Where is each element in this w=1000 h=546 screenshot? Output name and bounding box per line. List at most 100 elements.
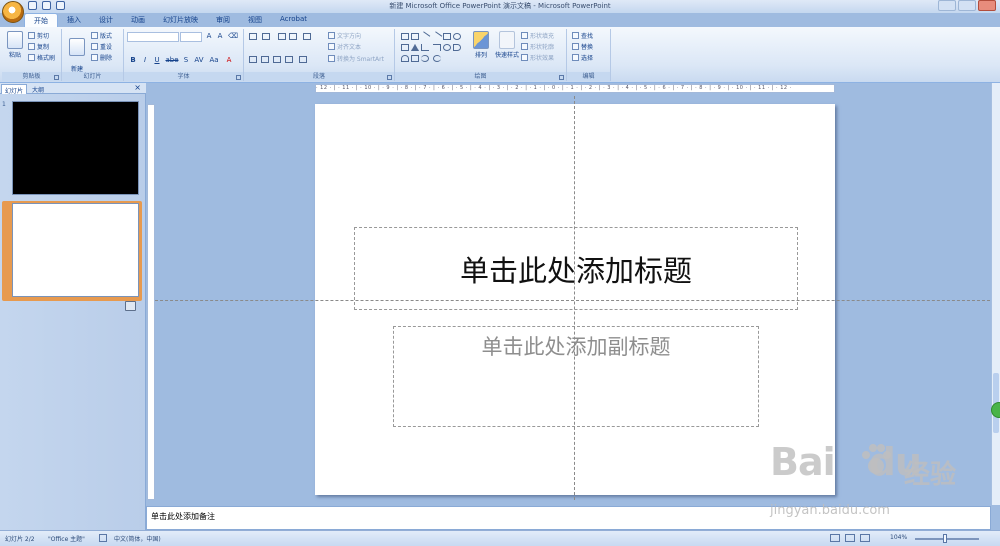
shrink-font-icon[interactable]: A xyxy=(215,32,225,41)
connector-shape-icon[interactable] xyxy=(421,44,429,51)
select-button[interactable]: 选择 xyxy=(572,53,593,62)
shape-outline-label: 形状轮廓 xyxy=(530,44,555,51)
language-indicator[interactable]: 中文(简体，中国) xyxy=(114,534,161,543)
replace-button[interactable]: 替换 xyxy=(572,42,593,51)
subtitle-placeholder[interactable]: 单击此处添加副标题 xyxy=(393,326,759,427)
line-shape-icon[interactable] xyxy=(419,31,431,42)
clipboard-group: 粘贴 剪切 复制 格式刷 剪贴板 xyxy=(2,29,62,81)
floating-assist-icon[interactable] xyxy=(991,402,1000,418)
clipboard-dialog-launcher[interactable] xyxy=(54,75,59,80)
text-direction-button[interactable]: 文字方向 xyxy=(328,31,361,40)
tab-home[interactable]: 开始 xyxy=(24,13,58,27)
align-center-icon[interactable] xyxy=(261,56,269,63)
horizontal-ruler[interactable]: · 12 · | · 11 · | · 10 · | · 9 · | · 8 ·… xyxy=(315,84,835,93)
slide-thumbnail-2[interactable] xyxy=(12,203,139,297)
clear-format-icon[interactable]: ⌫ xyxy=(228,32,238,41)
spellcheck-icon[interactable] xyxy=(99,534,107,542)
align-right-icon[interactable] xyxy=(273,56,281,63)
format-painter-button[interactable]: 格式刷 xyxy=(28,53,55,62)
line-spacing-icon[interactable] xyxy=(303,33,311,40)
change-case-button[interactable]: Aa xyxy=(208,56,220,65)
close-button[interactable] xyxy=(978,0,996,11)
tab-acrobat[interactable]: Acrobat xyxy=(271,13,316,27)
sorter-view-icon[interactable] xyxy=(845,534,855,542)
curve-shape-icon[interactable] xyxy=(401,55,409,62)
paragraph-dialog-launcher[interactable] xyxy=(387,75,392,80)
delete-slide-button[interactable]: 删除 xyxy=(91,53,112,62)
strikethrough-button[interactable]: abe xyxy=(165,56,179,65)
shape-outline-button[interactable]: 形状轮廓 xyxy=(521,42,554,51)
smiley-shape-icon[interactable] xyxy=(443,44,451,51)
align-left-icon[interactable] xyxy=(249,56,257,63)
shadow-button[interactable]: S xyxy=(181,56,191,65)
normal-view-icon[interactable] xyxy=(830,534,840,542)
arrow-right-shape-icon[interactable] xyxy=(453,44,461,51)
drawing-group: 排列 快速样式 形状填充 形状轮廓 形状效果 绘图 xyxy=(395,29,567,81)
arrow-shape-icon[interactable] xyxy=(431,31,443,42)
font-size-combo[interactable] xyxy=(180,32,202,42)
brace-shape-icon[interactable] xyxy=(421,55,429,62)
vertical-ruler[interactable] xyxy=(147,104,155,500)
zoom-slider-knob[interactable] xyxy=(943,534,947,543)
decrease-indent-icon[interactable] xyxy=(278,33,286,40)
reset-button[interactable]: 重设 xyxy=(91,42,112,51)
picture-shape-icon[interactable] xyxy=(411,33,419,40)
horizontal-guide[interactable] xyxy=(155,300,990,301)
notes-pane[interactable]: 单击此处添加备注 xyxy=(146,506,991,530)
bracket-shape-icon[interactable] xyxy=(433,55,441,62)
close-icon[interactable]: × xyxy=(134,83,141,92)
underline-button[interactable]: U xyxy=(152,56,162,65)
bold-button[interactable]: B xyxy=(128,56,138,65)
tab-outline[interactable]: 大纲 xyxy=(29,84,47,94)
tab-review[interactable]: 审阅 xyxy=(207,13,239,27)
copy-button[interactable]: 复制 xyxy=(28,42,49,51)
paste-button[interactable]: 粘贴 xyxy=(4,31,26,59)
font-dialog-launcher[interactable] xyxy=(236,75,241,80)
tab-animations[interactable]: 动画 xyxy=(122,13,154,27)
tab-view[interactable]: 视图 xyxy=(239,13,271,27)
columns-icon[interactable] xyxy=(299,56,307,63)
title-placeholder[interactable]: 单击此处添加标题 xyxy=(354,227,798,310)
numbering-icon[interactable] xyxy=(262,33,270,40)
minimize-button[interactable] xyxy=(938,0,956,11)
find-button[interactable]: 查找 xyxy=(572,31,593,40)
triangle-shape-icon[interactable] xyxy=(411,44,419,51)
char-spacing-button[interactable]: AV xyxy=(193,56,205,65)
transition-icon[interactable] xyxy=(125,301,136,311)
oval-shape-icon[interactable] xyxy=(453,33,461,40)
office-button[interactable] xyxy=(2,1,24,23)
smartart-button[interactable]: 转换为 SmartArt xyxy=(328,54,384,63)
justify-icon[interactable] xyxy=(285,56,293,63)
textbox-shape-icon[interactable] xyxy=(401,33,409,40)
tab-design[interactable]: 设计 xyxy=(90,13,122,27)
tab-insert[interactable]: 插入 xyxy=(58,13,90,27)
font-color-button[interactable]: A xyxy=(224,56,234,65)
zoom-slider[interactable] xyxy=(915,538,979,540)
tab-slides[interactable]: 幻灯片 xyxy=(1,84,28,95)
maximize-button[interactable] xyxy=(958,0,976,11)
bullets-icon[interactable] xyxy=(249,33,257,40)
quick-styles-button[interactable]: 快速样式 xyxy=(494,31,520,59)
rectangle-shape-icon[interactable] xyxy=(443,33,451,40)
align-text-button[interactable]: 对齐文本 xyxy=(328,42,361,51)
grow-font-icon[interactable]: A xyxy=(204,32,214,41)
slideshow-view-icon[interactable] xyxy=(860,534,870,542)
star-shape-icon[interactable] xyxy=(411,55,419,62)
tab-slideshow[interactable]: 幻灯片放映 xyxy=(154,13,207,27)
italic-button[interactable]: I xyxy=(140,56,150,65)
cut-button[interactable]: 剪切 xyxy=(28,31,49,40)
square-shape-icon[interactable] xyxy=(401,44,409,51)
elbow-connector-icon[interactable] xyxy=(433,44,441,51)
font-name-combo[interactable] xyxy=(127,32,179,42)
vertical-guide[interactable] xyxy=(574,96,575,500)
slide-thumbnail-1[interactable] xyxy=(12,101,139,195)
shapes-gallery[interactable] xyxy=(399,31,465,64)
increase-indent-icon[interactable] xyxy=(289,33,297,40)
zoom-level[interactable]: 104% xyxy=(890,534,907,541)
shape-fill-button[interactable]: 形状填充 xyxy=(521,31,554,40)
vertical-scrollbar[interactable] xyxy=(991,83,1000,505)
shape-effects-button[interactable]: 形状效果 xyxy=(521,53,554,62)
drawing-dialog-launcher[interactable] xyxy=(559,75,564,80)
layout-button[interactable]: 版式 xyxy=(91,31,112,40)
arrange-button[interactable]: 排列 xyxy=(471,31,491,59)
